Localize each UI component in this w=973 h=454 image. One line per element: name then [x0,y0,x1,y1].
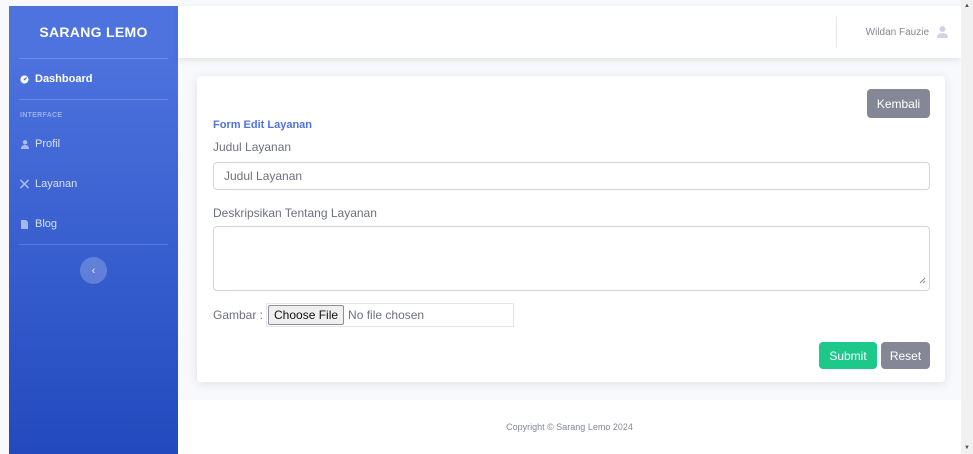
gambar-row: Gambar : Choose File No file chosen [213,303,515,327]
judul-input-value: Judul Layanan [224,169,303,183]
scroll-up-icon[interactable]: ▲ [961,0,973,12]
sidebar: SARANG LEMO Dashboard INTERFACE Profil L… [9,6,178,454]
chevron-left-icon: ‹ [91,264,96,277]
user-icon [20,139,29,149]
sidebar-toggle-button[interactable]: ‹ [80,257,107,284]
sidebar-item-layanan[interactable]: Layanan [9,164,178,204]
scroll-down-icon[interactable]: ▼ [961,442,973,454]
user-name: Wildan Fauzie [865,26,929,38]
sidebar-item-label: Layanan [35,178,78,190]
user-dropdown[interactable]: Wildan Fauzie [866,6,948,58]
back-button[interactable]: Kembali [867,89,930,118]
topbar: Wildan Fauzie [178,6,961,58]
sidebar-item-blog[interactable]: Blog [9,204,178,244]
sidebar-item-dashboard[interactable]: Dashboard [9,59,178,99]
form-title: Form Edit Layanan [213,119,313,131]
file-status: No file chosen [348,308,425,322]
copyright-text: Copyright © Sarang Lemo 2024 [506,422,633,432]
judul-input[interactable]: Judul Layanan [213,162,930,190]
sidebar-item-label: Blog [35,218,58,230]
form-card: Kembali Form Edit Layanan Judul Layanan … [197,76,945,382]
sidebar-item-label: Dashboard [35,73,93,85]
choose-file-button[interactable]: Choose File [268,305,345,325]
tachometer-icon [20,74,29,84]
sidebar-heading: INTERFACE [20,112,63,119]
sidebar-item-profil[interactable]: Profil [9,124,178,164]
judul-label: Judul Layanan [213,140,292,154]
topbar-divider [836,17,837,47]
user-icon [937,26,948,38]
deskripsi-label: Deskripsikan Tentang Layanan [213,206,377,220]
brand-link[interactable]: SARANG LEMO [9,6,178,58]
gambar-label: Gambar : [213,308,264,322]
submit-button[interactable]: Submit [819,342,877,369]
sidebar-item-label: Profil [35,138,61,150]
reset-button[interactable]: Reset [881,342,930,369]
file-icon [20,219,29,229]
footer: Copyright © Sarang Lemo 2024 [178,400,961,454]
deskripsi-textarea[interactable] [213,226,930,291]
scrollbar[interactable]: ▲ ▼ [961,0,973,454]
file-input[interactable]: Choose File No file chosen [266,303,515,327]
sidebar-divider [19,244,168,245]
resize-grip-icon[interactable] [919,273,926,287]
tools-icon [20,179,29,189]
